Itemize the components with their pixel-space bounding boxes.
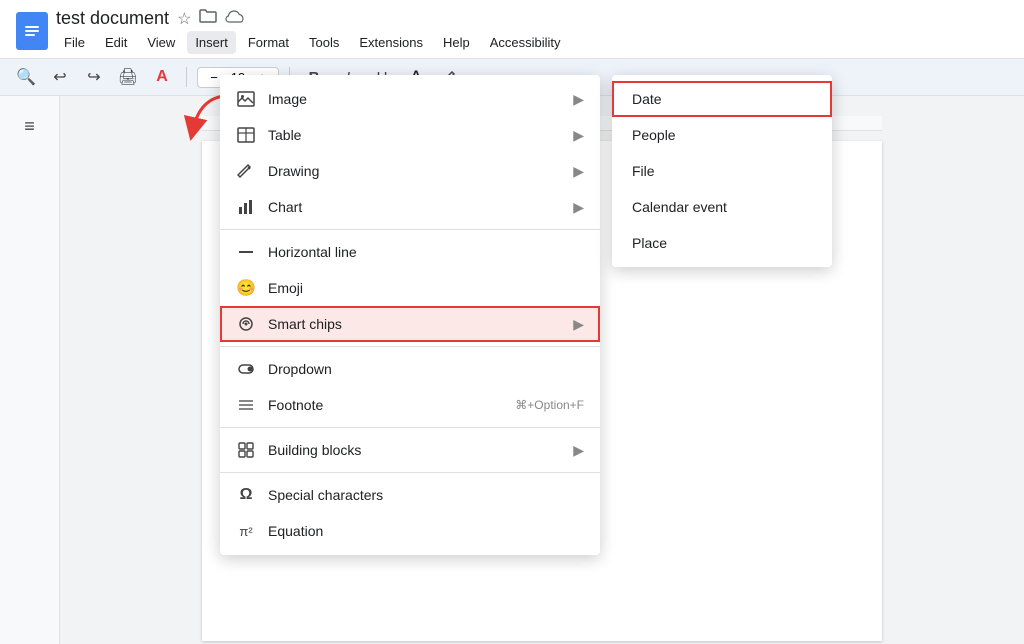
menu-view[interactable]: View — [139, 31, 183, 54]
emoji-label: Emoji — [268, 280, 584, 296]
toolbar-divider-1 — [186, 67, 187, 87]
folder-icon[interactable] — [199, 8, 217, 29]
sidebar: ≡ — [0, 96, 60, 644]
special-chars-icon: Ω — [236, 485, 256, 505]
special-chars-label: Special characters — [268, 487, 584, 503]
menu-row-emoji[interactable]: 😊 Emoji — [220, 270, 600, 306]
drawing-icon — [236, 161, 256, 181]
submenu-calendar-event[interactable]: Calendar event — [612, 189, 832, 225]
equation-icon: π² — [236, 521, 256, 541]
building-blocks-icon — [236, 440, 256, 460]
image-label: Image — [268, 91, 561, 107]
menu-row-chart[interactable]: Chart ▶ — [220, 189, 600, 225]
smart-chips-icon — [236, 314, 256, 334]
menu-accessibility[interactable]: Accessibility — [482, 31, 569, 54]
menu-file[interactable]: File — [56, 31, 93, 54]
menu-help[interactable]: Help — [435, 31, 478, 54]
list-view-button[interactable]: ≡ — [12, 108, 48, 144]
separator-1 — [220, 229, 600, 230]
file-label: File — [632, 163, 812, 179]
menu-row-table[interactable]: Table ▶ — [220, 117, 600, 153]
menu-row-equation[interactable]: π² Equation — [220, 513, 600, 549]
menu-row-dropdown[interactable]: Dropdown — [220, 351, 600, 387]
smart-chips-label: Smart chips — [268, 316, 561, 332]
separator-2 — [220, 346, 600, 347]
separator-4 — [220, 472, 600, 473]
place-label: Place — [632, 235, 812, 251]
drawing-arrow: ▶ — [573, 163, 584, 180]
menu-row-image[interactable]: Image ▶ — [220, 81, 600, 117]
doc-title-row: test document ☆ — [56, 8, 1008, 29]
menu-row-building-blocks[interactable]: Building blocks ▶ — [220, 432, 600, 468]
building-blocks-arrow: ▶ — [573, 442, 584, 459]
submenu-place[interactable]: Place — [612, 225, 832, 261]
emoji-icon: 😊 — [236, 278, 256, 298]
menu-format[interactable]: Format — [240, 31, 297, 54]
table-icon — [236, 125, 256, 145]
footnote-shortcut: ⌘+Option+F — [515, 398, 584, 412]
menu-insert[interactable]: Insert — [187, 31, 236, 54]
menu-edit[interactable]: Edit — [97, 31, 135, 54]
date-label: Date — [632, 91, 812, 107]
top-bar: test document ☆ File Edit View Insert Fo… — [0, 0, 1024, 59]
google-docs-icon — [16, 12, 48, 50]
doc-title: test document — [56, 8, 169, 29]
menu-bar: File Edit View Insert Format Tools Exten… — [56, 31, 1008, 54]
hline-icon — [236, 242, 256, 262]
menu-row-special-chars[interactable]: Ω Special characters — [220, 477, 600, 513]
submenu-people[interactable]: People — [612, 117, 832, 153]
submenu-file[interactable]: File — [612, 153, 832, 189]
doc-title-area: test document ☆ File Edit View Insert Fo… — [56, 8, 1008, 54]
menu-row-footnote[interactable]: Footnote ⌘+Option+F — [220, 387, 600, 423]
drawing-label: Drawing — [268, 163, 561, 179]
smart-chips-submenu: Date People File Calendar event Place — [612, 75, 832, 267]
redo-button[interactable]: ↪ — [80, 63, 108, 91]
people-label: People — [632, 127, 812, 143]
menu-row-smart-chips[interactable]: Smart chips ▶ — [220, 306, 600, 342]
separator-3 — [220, 427, 600, 428]
chart-icon — [236, 197, 256, 217]
undo-button[interactable]: ↩ — [46, 63, 74, 91]
search-button[interactable]: 🔍 — [12, 63, 40, 91]
footnote-label: Footnote — [268, 397, 503, 413]
chart-label: Chart — [268, 199, 561, 215]
chart-arrow: ▶ — [573, 199, 584, 216]
submenu-date[interactable]: Date — [612, 81, 832, 117]
image-icon — [236, 89, 256, 109]
insert-menu: Image ▶ Table ▶ Drawing ▶ Chart ▶ Horizo… — [220, 75, 600, 555]
footnote-icon — [236, 395, 256, 415]
building-blocks-label: Building blocks — [268, 442, 561, 458]
calendar-event-label: Calendar event — [632, 199, 812, 215]
paint-format-button[interactable]: A — [148, 63, 176, 91]
menu-extensions[interactable]: Extensions — [351, 31, 431, 54]
menu-row-drawing[interactable]: Drawing ▶ — [220, 153, 600, 189]
hline-label: Horizontal line — [268, 244, 584, 260]
star-icon[interactable]: ☆ — [177, 9, 191, 29]
menu-row-hline[interactable]: Horizontal line — [220, 234, 600, 270]
image-arrow: ▶ — [573, 91, 584, 108]
dropdown-icon — [236, 359, 256, 379]
cloud-icon[interactable] — [225, 9, 245, 28]
table-label: Table — [268, 127, 561, 143]
dropdown-label: Dropdown — [268, 361, 584, 377]
equation-label: Equation — [268, 523, 584, 539]
print-button[interactable]: 🖨 — [114, 63, 142, 91]
table-arrow: ▶ — [573, 127, 584, 144]
menu-tools[interactable]: Tools — [301, 31, 347, 54]
smart-chips-arrow: ▶ — [573, 316, 584, 333]
